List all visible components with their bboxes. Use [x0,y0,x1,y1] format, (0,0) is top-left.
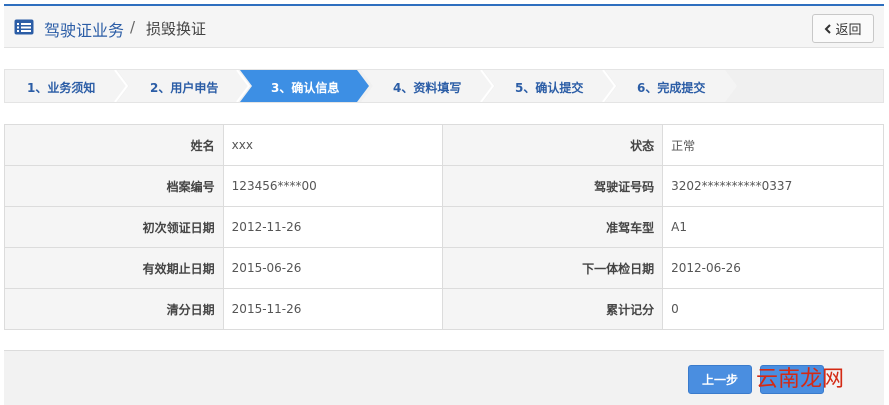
page-title: 驾驶证业务 [44,21,125,40]
back-button-label: 返回 [835,23,862,38]
next-exam-date-value: 2012-06-26 [662,247,884,289]
file-number-label: 档案编号 [4,165,224,207]
page-subtitle: 损毁换证 [146,20,207,38]
vehicle-class-label: 准驾车型 [442,206,664,248]
step-6: 6、完成提交 [637,81,706,95]
accumulated-points-value: 0 [662,288,884,330]
site-watermark: 云南龙网 [756,367,845,392]
breadcrumb-separator: / [130,18,136,36]
license-number-label: 驾驶证号码 [442,165,664,207]
first-issue-date-label: 初次领证日期 [4,206,224,248]
table-row: 档案编号 123456****00 驾驶证号码 3202**********03… [4,165,884,207]
vehicle-class-value: A1 [662,206,884,248]
chevron-left-icon [825,23,832,34]
license-number-value: 3202**********0337 [662,165,884,207]
table-row: 姓名 xxx 状态 正常 [4,124,884,166]
clear-date-value: 2015-11-26 [222,288,444,330]
expiry-date-value: 2015-06-26 [222,247,444,289]
back-button[interactable]: 返回 [812,14,874,43]
file-number-value: 123456****00 [222,165,444,207]
step-1: 1、业务须知 [27,81,96,95]
page-header: 驾驶证业务 / 损毁换证 返回 [4,4,884,48]
license-info-table: 姓名 xxx 状态 正常 档案编号 123456****00 驾驶证号码 320… [4,124,884,330]
step-4: 4、资料填写 [393,81,462,95]
table-row: 初次领证日期 2012-11-26 准驾车型 A1 [4,206,884,248]
name-value: xxx [222,124,444,166]
status-label: 状态 [442,124,664,166]
status-value: 正常 [662,124,884,166]
previous-step-button[interactable]: 上一步 [688,365,752,394]
next-exam-date-label: 下一体检日期 [442,247,664,289]
form-footer: 上一步 云南龙网 [4,350,884,405]
list-icon [14,19,34,35]
first-issue-date-value: 2012-11-26 [222,206,444,248]
accumulated-points-label: 累计记分 [442,288,664,330]
step-2: 2、用户申告 [150,81,219,95]
name-label: 姓名 [4,124,224,166]
expiry-date-label: 有效期止日期 [4,247,224,289]
clear-date-label: 清分日期 [4,288,224,330]
table-row: 清分日期 2015-11-26 累计记分 0 [4,288,884,330]
table-row: 有效期止日期 2015-06-26 下一体检日期 2012-06-26 [4,247,884,289]
step-5: 5、确认提交 [515,81,584,95]
step-3-active: 3、确认信息 [271,81,340,95]
step-progress-bar: 1、业务须知 2、用户申告 3、确认信息 4、资料填写 5、确认提交 6、完成提… [4,69,884,103]
